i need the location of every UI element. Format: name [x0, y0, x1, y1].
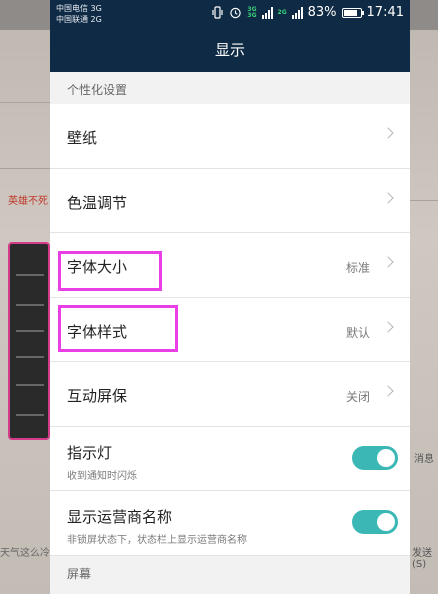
- item-value: 标准: [345, 261, 370, 275]
- item-value: 默认: [345, 325, 370, 340]
- desktop-divider: [0, 168, 50, 169]
- screensaver-item[interactable]: 互动屏保 关闭: [50, 362, 410, 427]
- highlight-font-style: [58, 305, 178, 352]
- chevron-right-icon: [382, 127, 394, 139]
- carrier-1: 中国电信 3G: [56, 4, 102, 13]
- chevron-right-icon: [382, 320, 394, 333]
- page-title: 显示: [50, 30, 410, 72]
- status-icons: 3G 3G 2G 83% 17:41: [211, 5, 404, 20]
- desktop-divider: [410, 200, 438, 201]
- chevron-right-icon: [382, 256, 394, 268]
- wallpaper-item[interactable]: 壁纸: [50, 104, 410, 169]
- desktop-message-label: 消息: [414, 454, 434, 465]
- desktop-send-button[interactable]: 发送(S): [412, 544, 438, 570]
- indicator-light-toggle[interactable]: [352, 445, 398, 470]
- indicator-light-item: 指示灯 收到通知时闪烁: [50, 426, 410, 491]
- battery-percent: 83%: [307, 5, 337, 20]
- item-description: 收到通知时闪烁: [67, 470, 137, 482]
- alarm-icon: [229, 6, 242, 19]
- color-temperature-item[interactable]: 色温调节: [50, 168, 410, 233]
- carrier-name-item: 显示运营商名称 非锁屏状态下，状态栏上显示运营商名称: [50, 491, 410, 556]
- battery-icon: [341, 7, 364, 18]
- chevron-right-icon: [382, 191, 394, 204]
- status-bar: 中国电信 3G 中国联通 2G 3G 3G 2G 83% 17:41: [50, 0, 410, 30]
- desktop-chat-text: 天气这么冷: [0, 548, 50, 559]
- network-type-2-icon: 2G: [277, 8, 287, 16]
- network-type-icon: 3G 3G: [247, 5, 257, 19]
- section-header-personalization: 个性化设置: [50, 72, 410, 104]
- item-label: 壁纸: [67, 129, 98, 147]
- carrier-2: 中国联通 2G: [56, 15, 102, 24]
- item-label: 显示运营商名称: [67, 508, 173, 526]
- phone-screen: 中国电信 3G 中国联通 2G 3G 3G 2G 83% 17:41 显示 个性…: [50, 0, 410, 594]
- item-description: 非锁屏状态下，状态栏上显示运营商名称: [67, 535, 247, 546]
- signal-2-icon: [291, 6, 303, 19]
- desktop-phone-thumbnail: [8, 242, 50, 440]
- section-header-screen: 屏幕: [50, 555, 410, 590]
- highlight-font-size: [58, 251, 162, 291]
- item-label: 指示灯: [67, 443, 113, 462]
- item-label: 色温调节: [67, 193, 128, 212]
- vibrate-icon: [211, 6, 224, 19]
- clock: 17:41: [366, 5, 404, 20]
- desktop-divider: [0, 102, 50, 103]
- chevron-right-icon: [382, 385, 394, 397]
- signal-1-icon: [261, 6, 273, 19]
- carrier-info: 中国电信 3G 中国联通 2G: [56, 3, 102, 25]
- item-label: 互动屏保: [67, 387, 128, 405]
- desktop-red-text: 英雄不死: [8, 196, 48, 207]
- item-value: 关闭: [345, 390, 370, 404]
- carrier-name-toggle[interactable]: [352, 510, 398, 534]
